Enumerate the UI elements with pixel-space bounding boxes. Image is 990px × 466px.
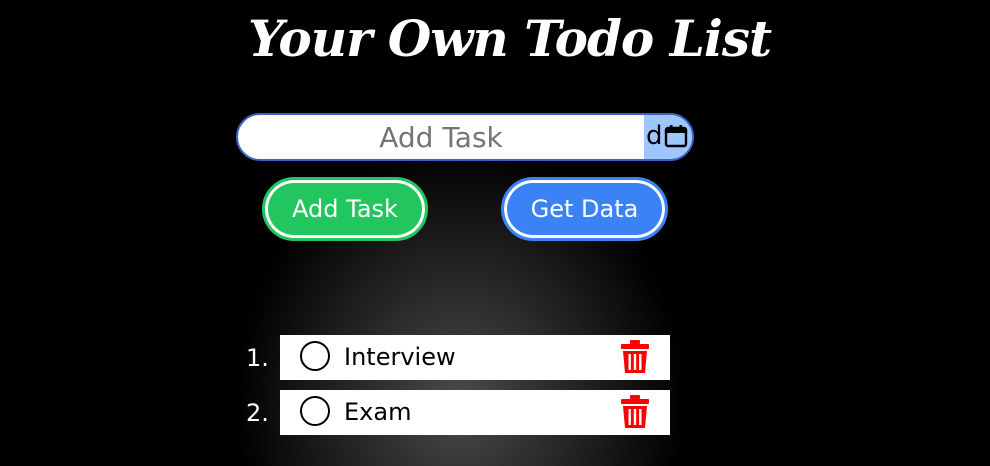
calendar-icon[interactable] (664, 124, 688, 148)
task-text: Interview (344, 343, 456, 371)
circle-icon[interactable] (300, 341, 330, 371)
get-data-button[interactable]: Get Data (501, 177, 668, 241)
page-title: Your Own Todo List (248, 9, 772, 68)
task-text: Exam (344, 398, 412, 426)
list-item: 1. Interview (240, 335, 680, 380)
list-item-number: 2. (246, 399, 269, 427)
add-task-button[interactable]: Add Task (262, 177, 428, 241)
task-row: Exam (280, 390, 670, 435)
date-partial-text: d (646, 121, 663, 151)
list-item-number: 1. (246, 344, 269, 372)
date-picker[interactable]: d (644, 115, 692, 159)
trash-icon[interactable] (620, 395, 650, 429)
circle-icon[interactable] (300, 396, 330, 426)
list-item: 2. Exam (240, 390, 680, 435)
task-input[interactable] (238, 115, 644, 159)
trash-icon[interactable] (620, 340, 650, 374)
task-row: Interview (280, 335, 670, 380)
task-input-container: d (236, 113, 694, 161)
task-list: 1. Interview 2. Exam (240, 335, 680, 445)
